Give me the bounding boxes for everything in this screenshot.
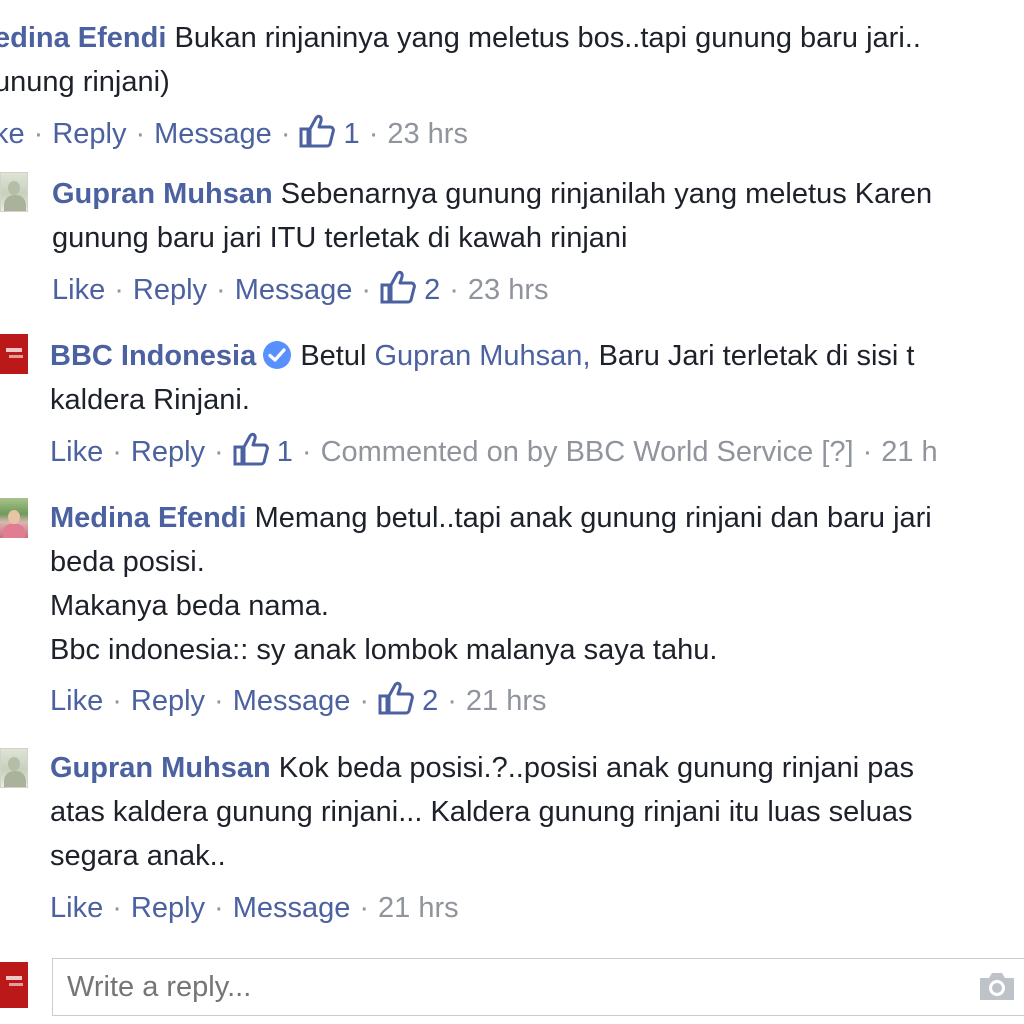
author-name[interactable]: Medina Efendi xyxy=(50,502,247,534)
timestamp[interactable]: 23 hrs xyxy=(468,274,549,306)
comment-text: Sebenarnya gunung rinjanilah yang meletu… xyxy=(280,178,933,210)
timestamp[interactable]: 23 hrs xyxy=(387,118,468,150)
reply-button[interactable]: Reply xyxy=(131,685,205,717)
camera-icon[interactable] xyxy=(977,969,1017,1003)
comment-text-line: Bbc indonesia:: sy anak lombok malanya s… xyxy=(50,634,718,666)
help-link[interactable]: [?] xyxy=(821,436,853,468)
comment-text-line: Makanya beda nama. xyxy=(50,590,329,622)
composer-avatar xyxy=(0,962,28,1008)
like-count[interactable]: 1 xyxy=(344,118,360,150)
thumbs-up-icon[interactable] xyxy=(378,681,414,715)
avatar[interactable] xyxy=(0,498,28,538)
comment-body: Gupran Muhsan Sebenarnya gunung rinjanil… xyxy=(52,172,932,216)
comment-text-line: gunung baru jari ITU terletak di kawah r… xyxy=(52,222,628,254)
comment-text-line: segara anak.. xyxy=(50,840,226,872)
like-button[interactable]: Like xyxy=(50,685,103,717)
reply-input[interactable] xyxy=(67,967,927,1007)
timestamp[interactable]: 21 h xyxy=(881,436,937,468)
timestamp[interactable]: 21 hrs xyxy=(466,685,547,717)
thumbs-up-icon[interactable] xyxy=(380,270,416,304)
like-button[interactable]: Like xyxy=(50,436,103,468)
author-name[interactable]: Gupran Muhsan xyxy=(52,178,273,210)
comment-text: Memang betul..tapi anak gunung rinjani d… xyxy=(254,502,932,534)
like-button[interactable]: Like xyxy=(50,892,103,924)
comment-actions: ke · Reply · Message · 1 · 23 hrs xyxy=(0,114,468,154)
message-button[interactable]: Message xyxy=(233,892,351,924)
comment-text: Baru Jari terletak di sisi t xyxy=(598,340,915,372)
message-button[interactable]: Message xyxy=(235,274,353,306)
comment-actions: Like · Reply · Message · 2 · 21 hrs xyxy=(50,681,547,721)
like-count[interactable]: 2 xyxy=(422,685,438,717)
like-button[interactable]: Like xyxy=(52,274,105,306)
reply-button[interactable]: Reply xyxy=(131,892,205,924)
reply-composer xyxy=(52,958,1024,1016)
comment-actions: Like · Reply · Message · 21 hrs xyxy=(50,892,459,924)
comment-text: Kok beda posisi.?..posisi anak gunung ri… xyxy=(278,752,914,784)
author-name[interactable]: Gupran Muhsan xyxy=(50,752,271,784)
comment-text: Betul xyxy=(300,340,367,372)
thumbs-up-icon[interactable] xyxy=(299,114,335,148)
reply-button[interactable]: Reply xyxy=(131,436,205,468)
comment-body: edina Efendi Bukan rinjaninya yang melet… xyxy=(0,16,921,60)
mention-link[interactable]: Gupran Muhsan, xyxy=(374,340,590,372)
comment-text-line: unung rinjani) xyxy=(0,66,170,98)
comment-actions: Like · Reply · Message · 2 · 23 hrs xyxy=(52,270,549,310)
comment-text: Bukan rinjaninya yang meletus bos..tapi … xyxy=(174,22,921,54)
timestamp[interactable]: 21 hrs xyxy=(378,892,459,924)
commented-on-label: Commented on by BBC World Service xyxy=(320,436,814,468)
verified-badge-icon xyxy=(263,341,292,369)
author-name[interactable]: edina Efendi xyxy=(0,22,166,54)
comment-body: BBC Indonesia Betul Gupran Muhsan, Baru … xyxy=(50,334,914,378)
author-name[interactable]: BBC Indonesia xyxy=(50,340,256,372)
like-button[interactable]: ke xyxy=(0,118,25,150)
message-button[interactable]: Message xyxy=(233,685,351,717)
comment-body: Gupran Muhsan Kok beda posisi.?..posisi … xyxy=(50,746,914,790)
comment-text-line: atas kaldera gunung rinjani... Kaldera g… xyxy=(50,796,913,828)
reply-button[interactable]: Reply xyxy=(133,274,207,306)
reply-button[interactable]: Reply xyxy=(52,118,126,150)
message-button[interactable]: Message xyxy=(154,118,272,150)
comment-body: Medina Efendi Memang betul..tapi anak gu… xyxy=(50,496,932,540)
comment-actions: Like · Reply · 1 · Commented on by BBC World … xyxy=(50,432,938,472)
avatar[interactable] xyxy=(0,334,28,374)
like-count[interactable]: 1 xyxy=(277,436,293,468)
avatar[interactable] xyxy=(0,748,28,788)
thumbs-up-icon[interactable] xyxy=(233,432,269,466)
comment-text-line: beda posisi. xyxy=(50,546,205,578)
avatar[interactable] xyxy=(0,172,28,212)
like-count[interactable]: 2 xyxy=(424,274,440,306)
comment-text-line: kaldera Rinjani. xyxy=(50,384,250,416)
